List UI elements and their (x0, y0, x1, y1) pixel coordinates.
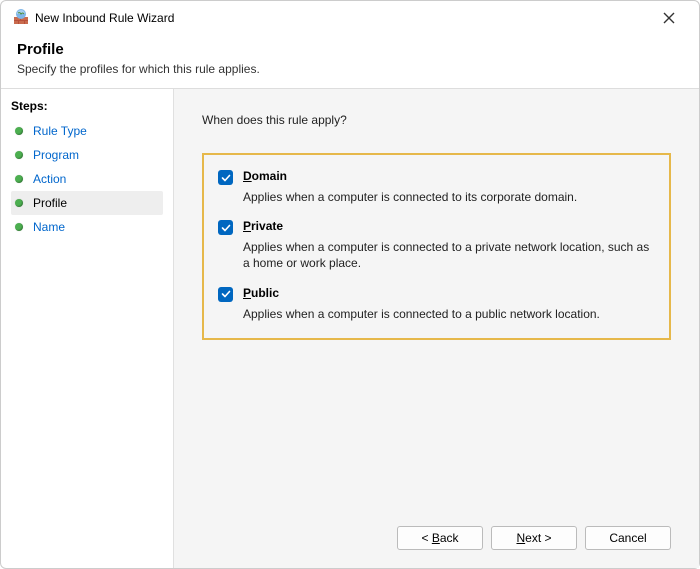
wizard-header: Profile Specify the profiles for which t… (1, 35, 699, 88)
close-icon (663, 12, 675, 24)
close-button[interactable] (657, 6, 687, 30)
window-title: New Inbound Rule Wizard (35, 11, 657, 25)
step-label: Rule Type (33, 124, 87, 138)
step-label: Action (33, 172, 66, 186)
options-highlight-box: Domain Applies when a computer is connec… (202, 153, 671, 340)
cancel-button[interactable]: Cancel (585, 526, 671, 550)
step-label: Profile (33, 196, 67, 210)
next-button[interactable]: Next > (491, 526, 577, 550)
private-label: Private (243, 219, 283, 233)
steps-sidebar: Steps: Rule Type Program Action Profile … (1, 89, 173, 568)
domain-description: Applies when a computer is connected to … (243, 189, 655, 205)
step-label: Name (33, 220, 65, 234)
firewall-icon (13, 9, 35, 28)
private-checkbox[interactable] (218, 220, 233, 235)
wizard-content: When does this rule apply? Domain Applie… (173, 89, 699, 568)
step-rule-type[interactable]: Rule Type (11, 119, 163, 143)
titlebar: New Inbound Rule Wizard (1, 1, 699, 35)
page-title: Profile (17, 41, 683, 58)
page-subtitle: Specify the profiles for which this rule… (17, 62, 683, 76)
private-description: Applies when a computer is connected to … (243, 239, 655, 271)
step-dot-icon (15, 127, 23, 135)
check-icon (221, 289, 231, 299)
domain-checkbox[interactable] (218, 170, 233, 185)
content-question: When does this rule apply? (202, 113, 671, 127)
step-dot-icon (15, 199, 23, 207)
step-label: Program (33, 148, 79, 162)
wizard-footer: < Back Next > Cancel (202, 512, 671, 550)
step-dot-icon (15, 223, 23, 231)
step-dot-icon (15, 151, 23, 159)
option-domain-row: Domain (218, 169, 655, 185)
step-dot-icon (15, 175, 23, 183)
public-description: Applies when a computer is connected to … (243, 306, 655, 322)
check-icon (221, 173, 231, 183)
check-icon (221, 223, 231, 233)
step-action[interactable]: Action (11, 167, 163, 191)
step-profile[interactable]: Profile (11, 191, 163, 215)
steps-title: Steps: (11, 99, 163, 113)
public-label: Public (243, 286, 279, 300)
option-private-row: Private (218, 219, 655, 235)
public-checkbox[interactable] (218, 287, 233, 302)
step-program[interactable]: Program (11, 143, 163, 167)
option-public-row: Public (218, 286, 655, 302)
step-name[interactable]: Name (11, 215, 163, 239)
back-button[interactable]: < Back (397, 526, 483, 550)
domain-label: Domain (243, 169, 287, 183)
